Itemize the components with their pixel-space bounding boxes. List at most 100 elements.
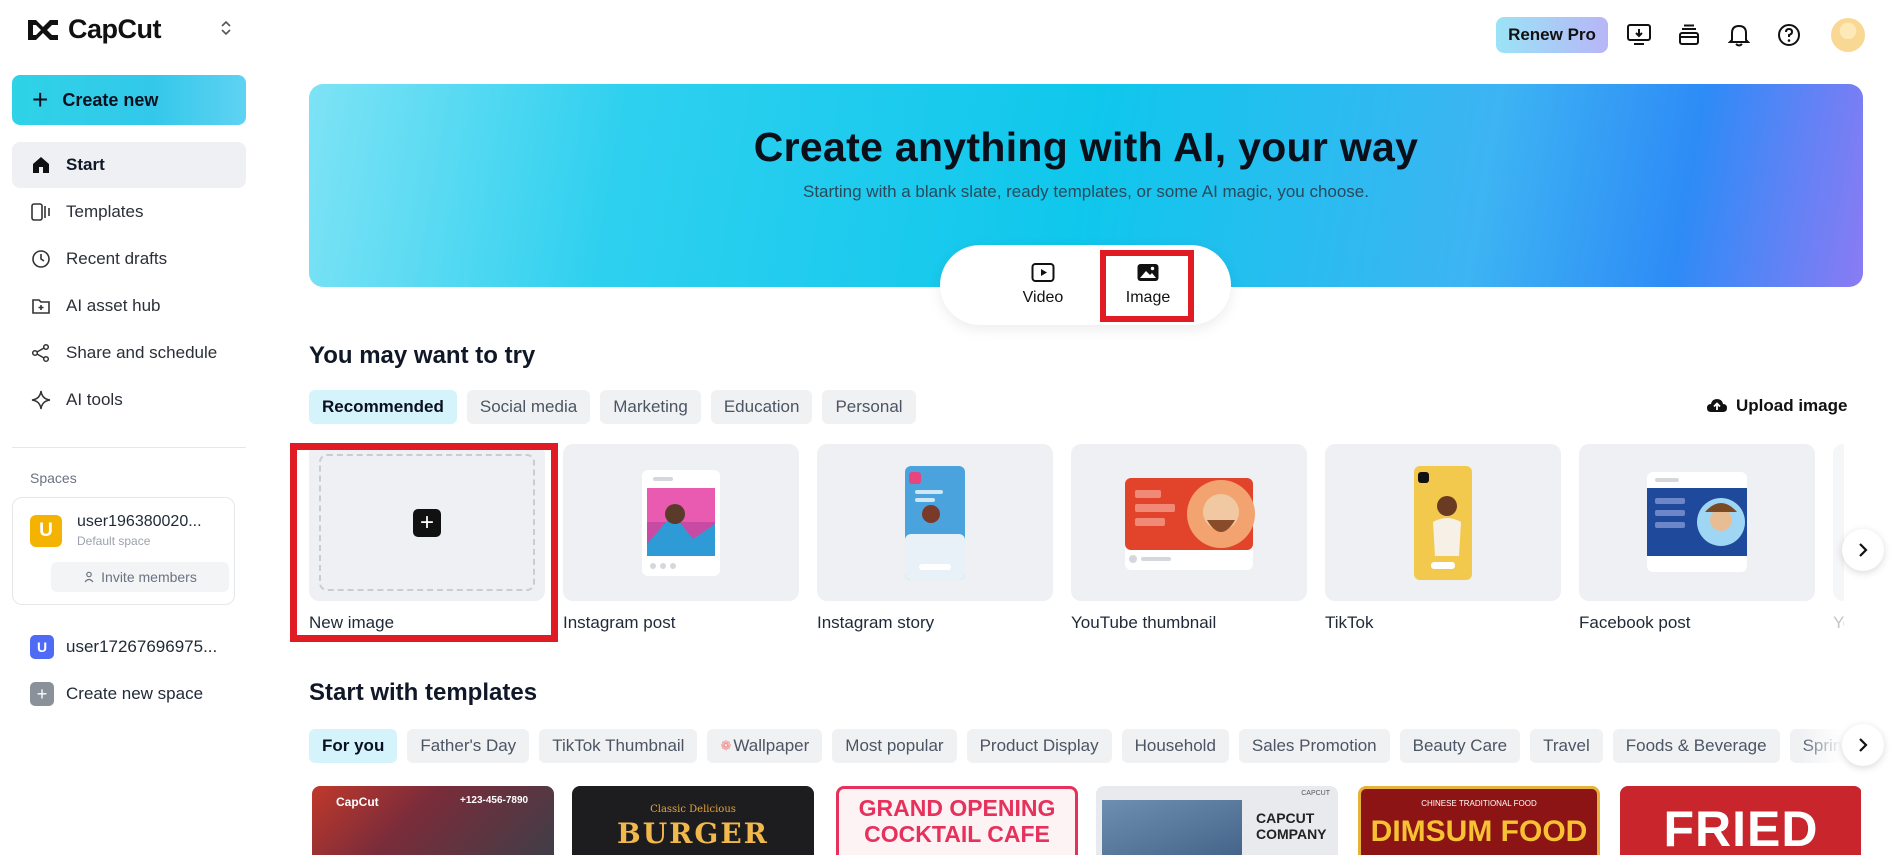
sidebar-item-recent-drafts[interactable]: Recent drafts	[12, 236, 246, 282]
template-card[interactable]: CAPCUT CAPCUT COMPANY	[1096, 786, 1338, 855]
chip-marketing[interactable]: Marketing	[600, 390, 701, 424]
template-text: COCKTAIL CAFE	[864, 821, 1050, 847]
chip-tiktok-thumbnail[interactable]: TikTok Thumbnail	[539, 729, 698, 763]
chip-wallpaper[interactable]: ❁ Wallpaper	[707, 729, 823, 763]
template-card[interactable]: FRIED	[1620, 786, 1861, 855]
instagram-story-illustration	[905, 466, 965, 580]
user-avatar[interactable]	[1831, 18, 1865, 52]
template-text: +123-456-7890	[460, 795, 529, 806]
chip-beauty-care[interactable]: Beauty Care	[1399, 729, 1521, 763]
sidebar-item-ai-asset-hub[interactable]: AI asset hub	[12, 283, 246, 329]
chip-most-popular[interactable]: Most popular	[832, 729, 957, 763]
chip-education[interactable]: Education	[710, 390, 813, 424]
card-instagram-story[interactable]: Instagram story	[817, 444, 1053, 633]
card-partial[interactable]: Yo	[1833, 444, 1844, 633]
tiktok-illustration	[1414, 466, 1472, 580]
invite-members-label: Invite members	[101, 569, 197, 585]
try-section-title: You may want to try	[309, 342, 536, 369]
space-item-user17267696975[interactable]: U user17267696975...	[30, 635, 217, 659]
mode-video-button[interactable]: Video	[1003, 262, 1083, 307]
card-thumbnail	[817, 444, 1053, 601]
wallpaper-icon: ❁	[720, 738, 732, 753]
chip-product-display[interactable]: Product Display	[966, 729, 1112, 763]
scroll-right-button[interactable]	[1842, 529, 1884, 571]
create-new-button[interactable]: + Create new	[12, 75, 246, 125]
share-icon	[30, 342, 52, 364]
sidebar-item-templates[interactable]: Templates	[12, 189, 246, 235]
space-card[interactable]: U user196380020... Default space Invite …	[12, 497, 235, 605]
plus-icon: +	[30, 682, 54, 706]
highlight-box	[290, 443, 558, 642]
facebook-post-illustration	[1647, 472, 1747, 572]
sidebar-item-label: AI tools	[66, 390, 123, 409]
card-label: Instagram post	[563, 613, 676, 632]
chip-recommended[interactable]: Recommended	[309, 390, 457, 424]
chip-foods-beverage[interactable]: Foods & Beverage	[1612, 729, 1780, 763]
space-avatar: U	[30, 515, 62, 547]
template-text: CAPCUT COMPANY	[1256, 810, 1327, 842]
template-card[interactable]: CapCut +123-456-7890	[312, 786, 554, 855]
desktop-download-icon[interactable]	[1624, 20, 1654, 50]
card-label: Instagram story	[817, 613, 935, 632]
card-thumbnail	[563, 444, 799, 601]
template-card[interactable]: GRAND OPENING COCKTAIL CAFE	[836, 786, 1078, 855]
sparkle-icon	[30, 389, 52, 411]
video-icon	[1031, 263, 1055, 282]
create-new-space-button[interactable]: + Create new space	[30, 682, 203, 706]
card-tiktok[interactable]: TikTok	[1325, 444, 1561, 633]
add-person-icon	[84, 571, 94, 583]
chip-fathers-day[interactable]: Father's Day	[407, 729, 530, 763]
hero-title: Create anything with AI, your way	[753, 124, 1419, 170]
templates-icon	[30, 201, 52, 223]
template-top: Classic Delicious	[650, 804, 736, 815]
chip-for-you[interactable]: For you	[309, 729, 398, 763]
clock-icon	[30, 248, 52, 270]
capcut-logo[interactable]: CapCut	[26, 14, 162, 45]
chip-sales-promotion[interactable]: Sales Promotion	[1238, 729, 1390, 763]
chip-travel[interactable]: Travel	[1530, 729, 1603, 763]
workspace-switch-icon[interactable]	[220, 20, 232, 36]
chip-label: Wallpaper	[733, 736, 810, 755]
card-label: Facebook post	[1579, 613, 1691, 632]
chip-social-media[interactable]: Social media	[466, 390, 591, 424]
card-youtube-thumbnail[interactable]: YouTube thumbnail	[1071, 444, 1307, 633]
bell-icon[interactable]	[1724, 20, 1754, 50]
template-card[interactable]: Classic Delicious BURGER	[572, 786, 814, 855]
card-label: YouTube thumbnail	[1071, 613, 1217, 632]
sidebar-item-label: AI asset hub	[66, 296, 161, 315]
card-facebook-post[interactable]: Facebook post	[1579, 444, 1815, 633]
template-top: CAPCUT	[1301, 790, 1330, 797]
template-text: BURGER	[617, 817, 769, 850]
chip-household[interactable]: Household	[1121, 729, 1229, 763]
invite-members-button[interactable]: Invite members	[51, 562, 229, 592]
instagram-post-illustration	[642, 470, 720, 576]
card-label: Yo	[1833, 613, 1844, 632]
try-chips: Recommended Social media Marketing Educa…	[309, 390, 916, 424]
capcut-logo-icon	[28, 19, 58, 40]
upload-image-label: Upload image	[1736, 396, 1848, 415]
template-text: FRIED	[1663, 801, 1819, 855]
templates-section-title: Start with templates	[309, 679, 538, 706]
chip-personal[interactable]: Personal	[822, 390, 916, 424]
card-instagram-post[interactable]: Instagram post	[563, 444, 799, 633]
template-top: CHINESE TRADITIONAL FOOD	[1421, 799, 1537, 808]
templates-scroll-right-button[interactable]	[1842, 724, 1884, 766]
sidebar-nav: Start Templates Recent drafts AI asset h…	[12, 142, 246, 424]
space-name: user196380020...	[77, 513, 202, 530]
youtube-thumbnail-illustration	[1125, 478, 1255, 570]
sidebar-item-start[interactable]: Start	[12, 142, 246, 188]
sidebar-item-label: Recent drafts	[66, 249, 168, 268]
upload-image-button[interactable]: Upload image	[1706, 396, 1847, 416]
cloud-upload-icon	[1707, 399, 1727, 412]
stack-icon[interactable]	[1674, 20, 1704, 50]
card-thumbnail	[1071, 444, 1307, 601]
create-new-space-label: Create new space	[66, 684, 204, 703]
sidebar-item-label: Share and schedule	[66, 343, 218, 362]
sidebar-item-share-and-schedule[interactable]: Share and schedule	[12, 330, 246, 376]
template-top: GRAND OPENING	[858, 795, 1056, 821]
template-card[interactable]: CHINESE TRADITIONAL FOOD DIMSUM FOOD	[1358, 786, 1600, 855]
renew-pro-button[interactable]: Renew Pro	[1496, 17, 1608, 53]
help-icon[interactable]	[1774, 20, 1804, 50]
sidebar-item-ai-tools[interactable]: AI tools	[12, 377, 246, 423]
template-cards-row: CapCut +123-456-7890 Classic Delicious B…	[309, 786, 1861, 855]
